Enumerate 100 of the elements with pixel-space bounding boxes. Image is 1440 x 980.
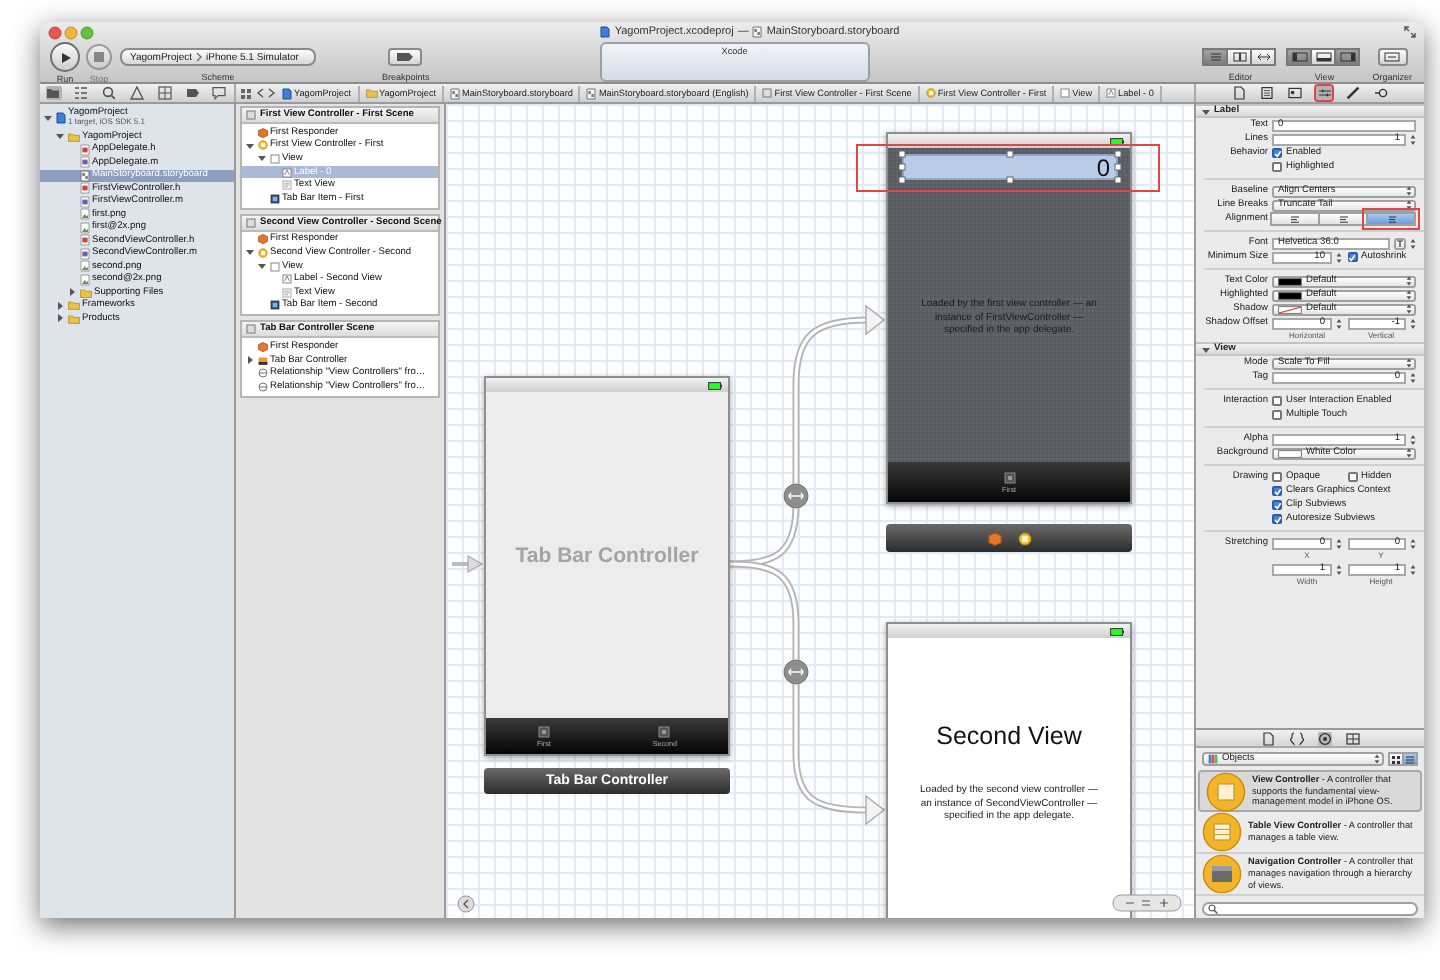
- run-button[interactable]: [50, 42, 80, 72]
- navigator-tab[interactable]: [73, 86, 90, 100]
- checkbox[interactable]: [1272, 396, 1282, 406]
- editor-mode-button[interactable]: [1250, 48, 1277, 66]
- source-file-icon: [79, 195, 89, 208]
- tab-bar-item-icon: [658, 725, 671, 737]
- view-toggle-button[interactable]: [1286, 48, 1313, 66]
- checkbox[interactable]: [1272, 162, 1282, 172]
- left-pane-icon: [1291, 52, 1308, 62]
- inspector-tab[interactable]: [1230, 86, 1247, 100]
- back-button[interactable]: [457, 895, 475, 913]
- view-icon: [269, 261, 279, 272]
- disclosure-triangle-icon[interactable]: [68, 288, 76, 297]
- chevron-icon: [196, 52, 203, 62]
- folder-icon: [67, 131, 79, 142]
- circle-icon: [257, 140, 267, 151]
- right-pane-icon: [1339, 52, 1356, 62]
- search-icon: [102, 86, 117, 100]
- inspector-tab[interactable]: [1287, 86, 1304, 100]
- disclosure-triangle-icon[interactable]: [258, 262, 266, 271]
- organizer-button[interactable]: [1377, 48, 1408, 66]
- stepper-icon[interactable]: [1410, 133, 1416, 145]
- source-file-icon: [79, 247, 89, 260]
- checkbox[interactable]: [1272, 500, 1282, 510]
- stepper-icon[interactable]: [1410, 563, 1416, 575]
- navigator-tab[interactable]: [184, 86, 201, 100]
- breakpoints-button[interactable]: [388, 48, 423, 66]
- double-arrow-icon: [1255, 52, 1272, 62]
- inspector-tab[interactable]: [1258, 86, 1275, 100]
- stepper-icon[interactable]: [1335, 317, 1341, 329]
- window-controls-drawing[interactable]: [48, 25, 96, 39]
- fullscreen-icon[interactable]: [1404, 26, 1416, 38]
- project-document-icon: [55, 112, 65, 124]
- header-file-icon: [79, 234, 89, 247]
- battery-icon: [708, 381, 722, 389]
- editor-mode-button[interactable]: [1226, 48, 1253, 66]
- disclosure-triangle-icon[interactable]: [246, 356, 254, 365]
- checkbox[interactable]: [1347, 472, 1357, 482]
- disclosure-triangle-icon[interactable]: [246, 141, 254, 150]
- navigator-tab[interactable]: [211, 86, 228, 100]
- checkbox[interactable]: [1347, 252, 1357, 262]
- checkbox[interactable]: [1272, 486, 1282, 496]
- slider-icon: [1317, 86, 1332, 100]
- view-toggle-button[interactable]: [1310, 48, 1337, 66]
- navigator-tab[interactable]: [156, 86, 173, 100]
- search-field[interactable]: [1202, 902, 1418, 916]
- alignment-segment[interactable]: [1366, 212, 1416, 226]
- storyboard-file-icon: [79, 169, 89, 182]
- checkbox[interactable]: [1272, 514, 1282, 524]
- disclosure-triangle-icon[interactable]: [258, 154, 266, 163]
- inspector-tab[interactable]: [1373, 86, 1390, 100]
- updown-arrows-icon: [1406, 448, 1412, 458]
- checkmark-icon: [1273, 149, 1281, 157]
- label-element[interactable]: 0: [902, 154, 1118, 180]
- stepper-icon[interactable]: [1335, 251, 1341, 263]
- scene-icon: [246, 324, 256, 335]
- alignment-segment[interactable]: [1270, 212, 1320, 226]
- stepper-icon[interactable]: [1335, 563, 1341, 575]
- table-view-controller-icon: [1202, 812, 1242, 852]
- stop-icon: [94, 52, 104, 62]
- connections-icon: [1374, 86, 1389, 100]
- checkbox[interactable]: [1272, 148, 1282, 158]
- tab-bar-item-icon: [1003, 471, 1015, 483]
- view-icon: [269, 153, 279, 164]
- disclosure-triangle-icon[interactable]: [56, 314, 64, 323]
- scene-icon: [246, 110, 256, 120]
- alignment-segment[interactable]: [1318, 212, 1368, 226]
- disclosure-triangle-icon[interactable]: [246, 248, 254, 257]
- segue-icon[interactable]: [783, 483, 809, 509]
- font-picker-button[interactable]: [1394, 237, 1406, 249]
- stepper-icon[interactable]: [1410, 317, 1416, 329]
- warning-icon: [129, 86, 144, 100]
- navigator-tab[interactable]: [101, 86, 118, 100]
- checkbox[interactable]: [1272, 472, 1282, 482]
- stepper-icon[interactable]: [1410, 537, 1416, 549]
- disclosure-triangle-icon[interactable]: [1202, 107, 1210, 115]
- lines-icon: [1207, 52, 1224, 62]
- label-icon: [1106, 88, 1117, 98]
- navigator-tab[interactable]: [128, 86, 145, 100]
- scene-icon: [762, 88, 773, 98]
- disclosure-triangle-icon[interactable]: [56, 132, 64, 141]
- view-toggle-button[interactable]: [1334, 48, 1361, 66]
- related-items-icon[interactable]: [240, 87, 252, 99]
- label-text: 0: [1096, 155, 1110, 179]
- align-right-icon: [1386, 215, 1396, 223]
- navigator-tab[interactable]: [45, 86, 62, 100]
- stepper-icon[interactable]: [1410, 433, 1416, 445]
- disclosure-triangle-icon[interactable]: [1202, 345, 1210, 353]
- library-tab[interactable]: [1261, 731, 1275, 745]
- disclosure-triangle-icon[interactable]: [44, 114, 52, 122]
- segue-icon[interactable]: [783, 659, 809, 685]
- view-icon: [1060, 88, 1071, 98]
- disclosure-triangle-icon[interactable]: [56, 301, 64, 310]
- tab-bar-item-icon: [537, 725, 550, 737]
- stepper-icon[interactable]: [1335, 537, 1341, 549]
- zoom-control[interactable]: [1112, 894, 1182, 912]
- stepper-icon[interactable]: [1410, 237, 1416, 249]
- checkbox[interactable]: [1272, 410, 1282, 420]
- library-tab[interactable]: [1289, 731, 1303, 745]
- stepper-icon[interactable]: [1410, 371, 1416, 383]
